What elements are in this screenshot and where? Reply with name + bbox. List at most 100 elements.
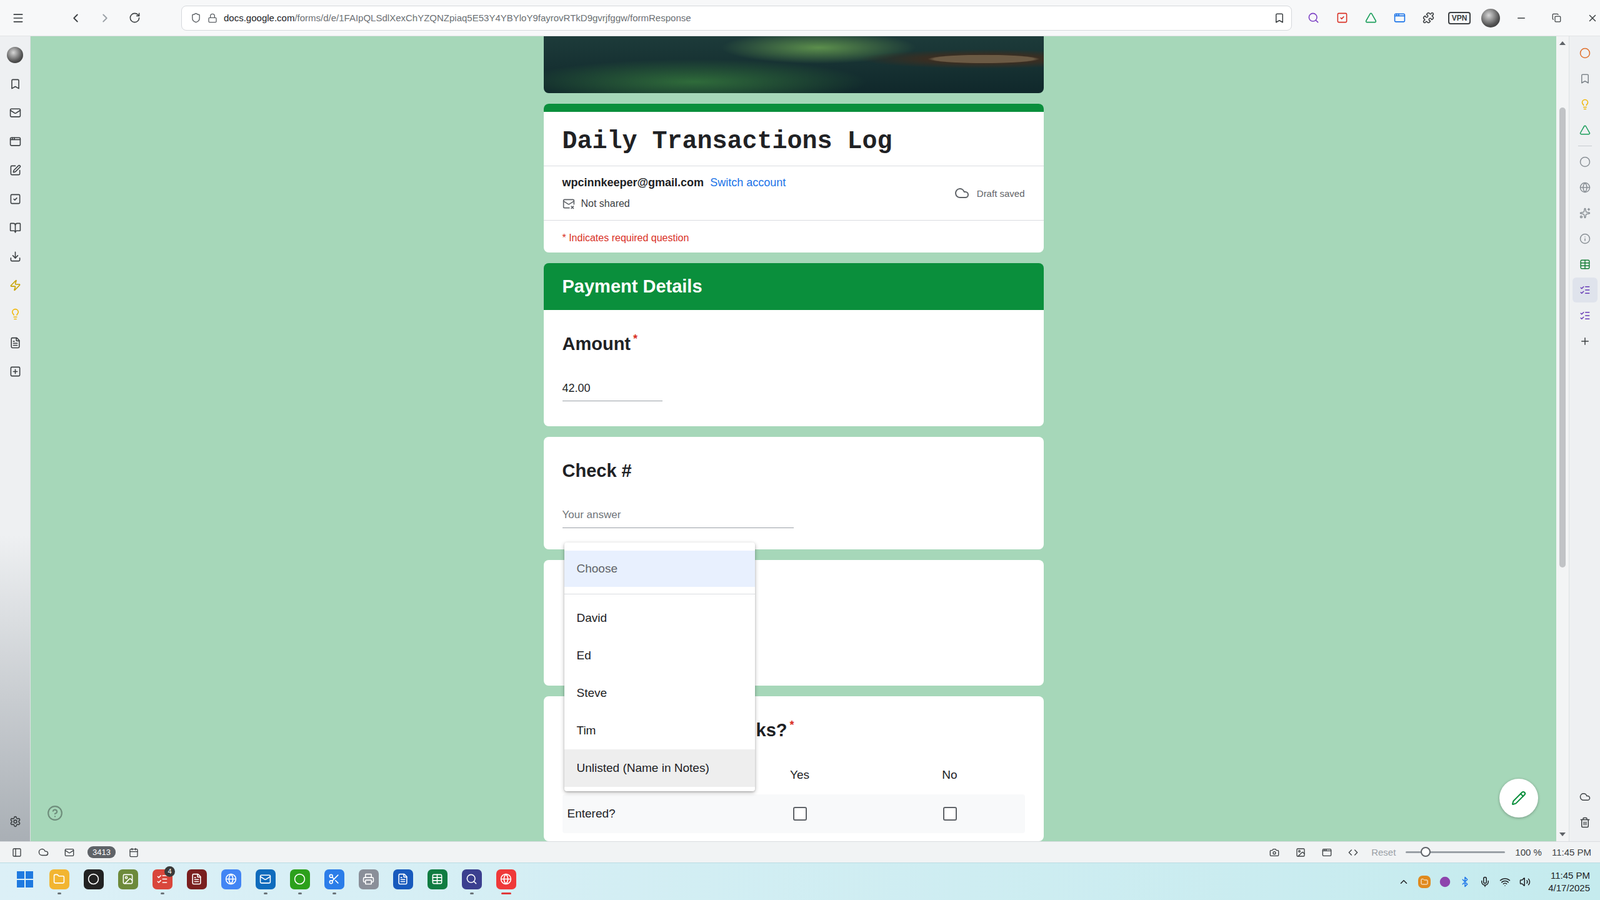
mic-icon[interactable]: [1479, 876, 1491, 888]
help-button[interactable]: [45, 803, 65, 823]
panel-button[interactable]: [2, 301, 28, 327]
bookmark-icon[interactable]: [1273, 12, 1285, 24]
web-panel-button[interactable]: [1572, 175, 1598, 200]
taskbar-app[interactable]: [316, 864, 352, 900]
web-panel-button[interactable]: [1572, 40, 1598, 66]
taskbar-app[interactable]: 4: [145, 864, 180, 900]
trash-button[interactable]: [1572, 810, 1598, 835]
puzzle-icon: [1422, 11, 1435, 24]
tiling-button[interactable]: [1318, 844, 1335, 861]
taskbar-app[interactable]: [213, 864, 249, 900]
scroll-thumb[interactable]: [1559, 107, 1566, 568]
close-button[interactable]: [1574, 0, 1600, 37]
clock[interactable]: 11:45 PM4/17/2025: [1548, 869, 1590, 895]
scroll-down-icon[interactable]: [1559, 832, 1566, 837]
panel-avatar[interactable]: [2, 42, 28, 68]
web-panel-button[interactable]: [1572, 149, 1598, 175]
checkbox[interactable]: [793, 806, 807, 821]
taskbar-app[interactable]: [179, 864, 214, 900]
panel-button[interactable]: [2, 215, 28, 240]
blue-extension[interactable]: [1386, 5, 1412, 31]
start-button[interactable]: [7, 864, 42, 900]
taskbar-app[interactable]: [351, 864, 386, 900]
answer-field[interactable]: Your answer: [562, 503, 794, 529]
zoom-reset[interactable]: Reset: [1371, 846, 1396, 858]
minimize-button[interactable]: [1503, 0, 1539, 37]
scrollbar[interactable]: [1556, 36, 1569, 842]
web-panel-button[interactable]: [1572, 91, 1598, 117]
profile-button[interactable]: [1478, 5, 1504, 31]
account-line: wpcinnkeeper@gmail.comSwitch account: [562, 173, 787, 192]
panel-button[interactable]: [2, 157, 28, 183]
panel-button[interactable]: [2, 71, 28, 97]
taskbar-app[interactable]: [454, 864, 489, 900]
edit-button[interactable]: [1499, 778, 1539, 818]
devtools-button[interactable]: [1345, 844, 1362, 861]
mail-status[interactable]: [61, 844, 78, 861]
settings-button[interactable]: [2, 808, 28, 834]
panel-button[interactable]: [2, 358, 28, 384]
grid-row: Entered?: [562, 794, 1025, 834]
capture-button[interactable]: [1266, 844, 1283, 861]
volume-icon[interactable]: [1519, 876, 1531, 888]
web-panel-button[interactable]: [1572, 251, 1598, 277]
panel-button[interactable]: [2, 243, 28, 269]
taskbar-app[interactable]: [282, 864, 317, 900]
tray-circle-icon[interactable]: [1439, 876, 1451, 888]
address-bar[interactable]: docs.google.com/forms/d/e/1FAIpQLSdlXexC…: [181, 5, 1292, 31]
web-panel-icon: [1579, 73, 1591, 85]
drive-extension[interactable]: [1358, 5, 1384, 31]
web-panel-button[interactable]: [1572, 328, 1598, 354]
restore-button[interactable]: [1538, 0, 1575, 37]
taskbar-app[interactable]: [420, 864, 455, 900]
screen: docs.google.com/forms/d/e/1FAIpQLSdlXexC…: [0, 0, 1600, 900]
calendar-status[interactable]: [125, 844, 142, 861]
dropdown-option[interactable]: Ed: [564, 636, 755, 675]
web-panel-button[interactable]: [1572, 226, 1598, 252]
checkbox[interactable]: [943, 806, 957, 821]
web-panel-button[interactable]: [1572, 277, 1598, 303]
wifi-icon[interactable]: [1499, 876, 1511, 888]
web-panel-button[interactable]: [1572, 303, 1598, 329]
back-button[interactable]: [63, 5, 89, 31]
zoom-slider[interactable]: [1405, 851, 1505, 854]
taskbar-app[interactable]: [385, 864, 420, 900]
web-panel-button[interactable]: [1572, 66, 1598, 92]
forward-button[interactable]: [92, 5, 118, 31]
extensions-button[interactable]: [1415, 5, 1441, 31]
show-hidden-icon[interactable]: [1398, 876, 1410, 888]
zoom-knob[interactable]: [1420, 846, 1431, 857]
tray-app[interactable]: [1418, 875, 1431, 889]
taskbar-app[interactable]: [76, 864, 111, 900]
red-extension[interactable]: [1329, 5, 1355, 31]
search-extension[interactable]: [1300, 5, 1326, 31]
scroll-up-icon[interactable]: [1559, 41, 1566, 45]
vpn-button[interactable]: VPN: [1444, 5, 1475, 31]
web-panel-button[interactable]: [1572, 117, 1598, 143]
web-panel-button[interactable]: [1572, 200, 1598, 226]
panel-button[interactable]: [2, 330, 28, 355]
sync-status[interactable]: [35, 844, 52, 861]
dropdown-option[interactable]: Choose: [564, 550, 755, 587]
switch-account-link[interactable]: Switch account: [710, 176, 786, 190]
taskbar-app[interactable]: [41, 864, 77, 900]
reload-button[interactable]: [121, 5, 147, 31]
dropdown-option[interactable]: David: [564, 599, 755, 637]
dropdown-option[interactable]: Tim: [564, 711, 755, 750]
panel-toggle[interactable]: [8, 844, 25, 861]
dropdown-menu[interactable]: Choose DavidEdSteveTimUnlisted (Name in N…: [564, 542, 755, 792]
answer-field[interactable]: 42.00: [562, 376, 663, 402]
taskbar-app[interactable]: [488, 864, 524, 900]
dropdown-option[interactable]: Steve: [564, 674, 755, 712]
images-button[interactable]: [1292, 844, 1309, 861]
taskbar-app[interactable]: [110, 864, 145, 900]
panel-button[interactable]: [2, 272, 28, 298]
taskbar-app[interactable]: [248, 864, 283, 900]
bluetooth-icon[interactable]: [1459, 876, 1471, 888]
panel-button[interactable]: [2, 186, 28, 212]
dropdown-option[interactable]: Unlisted (Name in Notes): [564, 749, 755, 787]
panel-button[interactable]: [2, 128, 28, 154]
panel-button[interactable]: [2, 100, 28, 125]
sync-button[interactable]: [1572, 784, 1598, 810]
menu-button[interactable]: [5, 5, 31, 31]
